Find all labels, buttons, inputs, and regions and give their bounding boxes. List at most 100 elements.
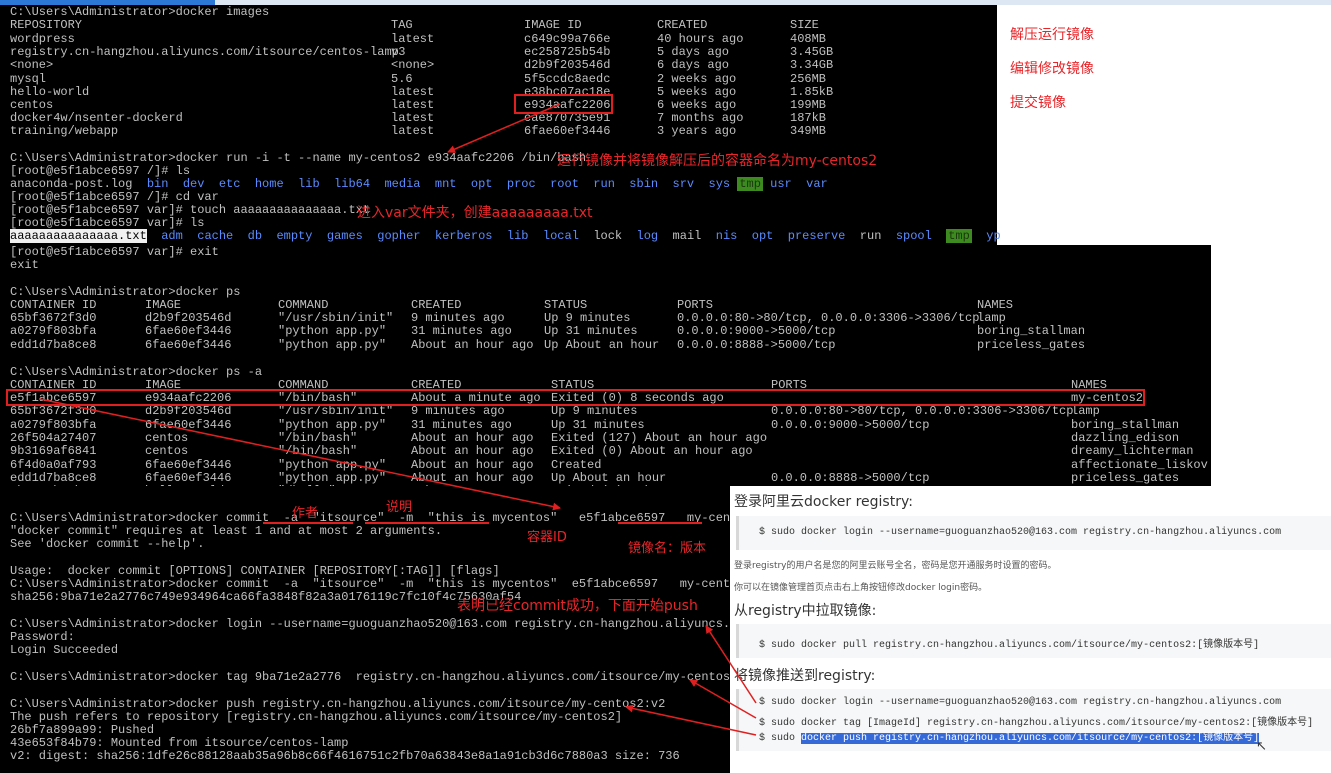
terminal-line: exit [10, 258, 39, 272]
ps-cell: d2b9f203546d [145, 311, 232, 325]
highlight-container-row-box [6, 389, 1145, 406]
ps-cell: 6fae60ef3446 [145, 324, 232, 339]
ps-cell: 0.0.0.0:9000->5000/tcp [677, 324, 836, 339]
ls-directories: nis opt preserve [715, 229, 846, 243]
ps-a-cell: boring_stallman [1071, 417, 1180, 432]
image-cell: c649c99a766e [524, 32, 611, 46]
image-cell: mysql [10, 71, 47, 86]
image-cell: 6 days ago [657, 58, 730, 73]
code-prefix: $ sudo [759, 733, 802, 744]
ls-entry-new-file: aaaaaaaaaaaaaaa.txt [10, 229, 147, 243]
ls-entry-tmp: tmp [946, 229, 972, 243]
ps-a-cell: dazzling_edison [1071, 430, 1180, 445]
image-cell: ec258725b54b [524, 45, 611, 60]
step-note-3: 提交镜像 [1010, 95, 1066, 111]
image-cell: 5f5ccdc8aedc [524, 71, 611, 86]
ls-entry: yp [986, 229, 1001, 243]
mouse-cursor-icon: ↖ [1256, 739, 1267, 754]
image-cell: 5.6 [391, 71, 413, 86]
desc-note: 说明 [386, 500, 413, 515]
image-cell: d2b9f203546d [524, 58, 611, 73]
image-cell: 3 years ago [657, 124, 737, 139]
terminal-line: sha256:9ba71e2a2776c749e934964ca66fa3848… [10, 590, 522, 604]
ps-a-cell: About an hour ago [411, 430, 534, 445]
ps-a-cell: d2b9f203546d [145, 404, 232, 419]
terminal-line: See 'docker commit --help'. [10, 537, 205, 551]
ps-a-cell: 9b3169af6841 [10, 444, 97, 459]
ps-a-cell: 26f504a27407 [10, 430, 97, 445]
ps-a-cell: 6fae60ef3446 [145, 470, 232, 485]
doc-heading-login: 登录阿里云docker registry: [734, 494, 913, 510]
image-cell: 3.45GB [790, 45, 834, 60]
image-cell: 408MB [790, 32, 827, 46]
ls-directories: bin dev etc home lib lib64 media mnt opt… [146, 177, 731, 191]
underline-author [263, 522, 353, 524]
image-cell: 187kB [790, 111, 827, 126]
ls-entry: lock [593, 229, 623, 243]
image-cell: training/webapp [10, 124, 119, 139]
ps-a-cell: "python app.py" [278, 457, 387, 472]
image-cell: <none> [10, 58, 54, 73]
terminal-line: Login Succeeded [10, 643, 119, 657]
ps-cell: Up 31 minutes [544, 324, 638, 339]
underline-message [365, 522, 489, 524]
terminal-line: [root@e5f1abce6597 var]# exit [10, 245, 219, 259]
ps-a-cell: "/bin/bash" [278, 444, 358, 459]
commit-success-note: 表明已经commit成功，下面开始push [457, 598, 698, 614]
author-note: 作者 [292, 506, 319, 521]
code-block-pull: $ sudo docker pull registry.cn-hangzhou.… [736, 624, 1331, 658]
ps-a-cell: About an hour ago [411, 444, 534, 459]
image-cell: latest [391, 124, 435, 139]
ps-cell: 0.0.0.0:8888->5000/tcp [677, 337, 836, 352]
image-cell: 6 weeks ago [657, 98, 737, 112]
ps-a-cell: 65bf3672f3d0 [10, 404, 97, 419]
ls-directories: adm cache db empty games gopher kerberos… [161, 229, 579, 243]
ps-cell: 6fae60ef3446 [145, 337, 232, 352]
ps-cell: 9 minutes ago [411, 311, 505, 325]
ps-a-cell: "python app.py" [278, 470, 387, 485]
ps-a-cell: Up About an hour [551, 470, 667, 485]
ps-cell: a0279f803bfa [10, 324, 97, 339]
ps-a-cell: lamp [1071, 404, 1100, 419]
ps-cell: "/usr/sbin/init" [278, 311, 394, 325]
code-line: $ sudo docker push registry.cn-hangzhou.… [759, 728, 1260, 744]
ps-a-cell: About an hour ago [411, 470, 534, 485]
image-cell: registry.cn-hangzhou.aliyuncs.com/itsour… [10, 45, 399, 60]
ps-a-cell: 6f4d0a0af793 [10, 457, 97, 472]
ps-a-cell: 0.0.0.0:8888->5000/tcp [771, 470, 930, 485]
image-cell: 349MB [790, 124, 827, 139]
selected-text[interactable]: docker push registry.cn-hangzhou.aliyunc… [801, 733, 1260, 744]
doc-paragraph: 你可以在镜像管理首页点击右上角按钮修改docker login密码。 [734, 583, 988, 593]
ls-entry: log [636, 229, 659, 243]
terminal-docker-commit-push[interactable]: C:\Users\Administrator>docker commit -a … [0, 486, 730, 773]
terminal-line: C:\Users\Administrator>docker tag 9ba71e… [10, 670, 730, 684]
image-cell: 5 weeks ago [657, 84, 737, 99]
ps-a-cell: edd1d7ba8ce8 [10, 470, 97, 485]
image-cell: latest [391, 32, 435, 46]
image-cell: <none> [391, 58, 435, 73]
terminal-docker-ps[interactable]: [root@e5f1abce6597 var]# exit exit C:\Us… [0, 245, 1211, 486]
image-cell: 3.34GB [790, 58, 834, 73]
underline-image-name [618, 522, 702, 524]
image-cell: latest [391, 84, 435, 99]
ps-a-cell: 6fae60ef3446 [145, 457, 232, 472]
ps-a-cell: Up 31 minutes [551, 417, 645, 432]
ps-a-cell: 9 minutes ago [411, 404, 505, 419]
ps-a-cell: Exited (0) About an hour ago [551, 444, 753, 459]
col-header-size: SIZE [790, 18, 819, 32]
code-line: $ sudo docker pull registry.cn-hangzhou.… [759, 640, 1260, 651]
ps-cell: "python app.py" [278, 337, 387, 352]
image-cell: centos [10, 98, 54, 112]
ps-a-cell: 0.0.0.0:80->80/tcp, 0.0.0.0:3306->3306/t… [771, 404, 1074, 419]
ps-a-cell: 31 minutes ago [411, 417, 512, 432]
image-cell: docker4w/nsenter-dockerd [10, 111, 183, 126]
ps-cell: 31 minutes ago [411, 324, 512, 339]
run-note: 运行镜像并将镜像解压后的容器命名为my-centos2 [557, 153, 878, 169]
ps-cell: 65bf3672f3d0 [10, 311, 97, 325]
code-block-push: $ sudo docker login --username=guoguanzh… [736, 689, 1331, 751]
ps-cell: Up 9 minutes [544, 311, 631, 325]
ps-cell: 0.0.0.0:80->80/tcp, 0.0.0.0:3306->3306/t… [677, 311, 980, 325]
ls-directories: usr var [770, 177, 828, 191]
aliyun-registry-guide: 登录阿里云docker registry: $ sudo docker logi… [730, 486, 1331, 773]
ps-a-cell: a0279f803bfa [10, 417, 97, 432]
